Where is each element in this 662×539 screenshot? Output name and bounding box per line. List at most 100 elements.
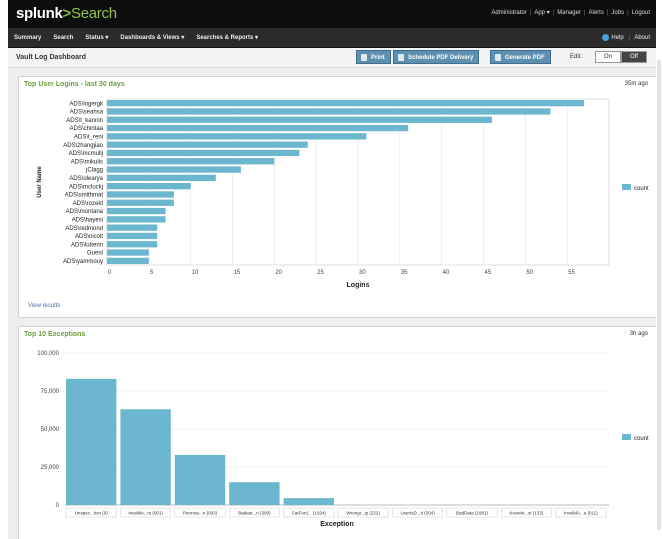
dashboard-title-bar: Vault Log Dashboard Print Schedule PDF D… <box>8 48 656 68</box>
schedule-pdf-button[interactable]: Schedule PDF Delivery <box>393 50 480 64</box>
y-tick-label: Guest <box>87 251 103 257</box>
top-link-2[interactable]: Manager <box>557 10 581 16</box>
x-tick-label: InvalidA...a (011) <box>564 511 598 516</box>
top-link-0[interactable]: Administrator <box>491 10 526 16</box>
x-tick-label: 45 <box>485 270 492 276</box>
y-tick-label: ADS\mikulis <box>71 159 103 165</box>
login-bar <box>107 216 166 223</box>
calendar-icon <box>398 54 404 61</box>
printer-icon <box>361 54 367 61</box>
exception-bar <box>283 498 334 505</box>
y-tick-label: ADS\seahsa <box>70 110 104 116</box>
view-results-link[interactable]: View results <box>28 303 60 309</box>
x-tick-label: BadData (1081) <box>456 511 488 516</box>
y-tick-label: ADS\mcluckj <box>69 184 103 190</box>
y-tick-label: ADS\rozekt <box>73 201 104 207</box>
dashboard-title: Vault Log Dashboard <box>16 54 87 61</box>
x-tick-label: 40 <box>443 270 450 276</box>
x-tick-label: Permiss...n (003) <box>183 511 218 516</box>
top-link-4[interactable]: Jobs <box>611 10 624 16</box>
top-link-1[interactable]: App ▾ <box>534 10 549 16</box>
nav-item-2[interactable]: Status ▾ <box>85 35 108 41</box>
y-tick-label: 100,000 <box>37 351 59 357</box>
generate-pdf-label: Generate PDF <box>505 55 545 61</box>
legend-swatch <box>622 434 631 440</box>
help-about-links: Help | About <box>602 34 650 41</box>
top-link-3[interactable]: Alerts <box>588 10 603 16</box>
x-tick-label: 10 <box>192 270 199 276</box>
x-tick-label: Unspec...tion (0) <box>75 511 109 516</box>
login-bar <box>107 133 367 140</box>
nav-item-1[interactable]: Search <box>53 35 73 41</box>
login-bar <box>107 108 551 115</box>
splunk-logo[interactable]: splunk>Search <box>16 5 117 22</box>
x-axis-title: Exception <box>320 521 353 528</box>
exceptions-bar-chart: 0 25,000 50,000 75,000 100,000 Unspec...tion … <box>37 351 649 528</box>
exception-bar <box>174 454 226 505</box>
y-tick-label: ADS\montana <box>66 209 104 215</box>
x-tick-label: UserIsD...d (204) <box>400 511 435 516</box>
y-tick-label: 0 <box>56 503 60 509</box>
app-name: Search <box>71 5 117 22</box>
x-tick-label: Knowle...st (133) <box>510 511 544 516</box>
x-tick-label: 0 <box>108 270 112 276</box>
y-tick-label: ADS\t_kannin <box>66 118 103 124</box>
x-tick-label: Invalids...nt (001) <box>128 511 163 516</box>
help-link[interactable]: Help <box>611 35 623 41</box>
y-tick-label: ADS\olearya <box>69 176 103 182</box>
top-link-separator: | <box>529 10 532 16</box>
x-axis-title: Logins <box>347 282 370 289</box>
top-exceptions-panel: Top 10 Exceptions 3h ago 0 25,000 50,000 75… <box>18 326 656 539</box>
login-bar <box>107 224 158 231</box>
y-tick-label: ADS\zhangjiao <box>63 143 103 149</box>
y-tick-label: 25,000 <box>41 465 60 471</box>
print-button[interactable]: Print <box>356 50 391 64</box>
y-tick-label: ADS\nicolt <box>75 234 103 240</box>
panel-timestamp: 3h ago <box>629 331 648 337</box>
nav-item-0[interactable]: Summary <box>14 35 41 41</box>
exception-bar <box>66 378 117 505</box>
top-bar: splunk>Search Administrator | App ▾ | Manage… <box>8 0 656 28</box>
x-tick-label: Wrongr...ip (222) <box>346 511 380 516</box>
app-nav-bar: Summary Search Status ▾ Dashboards & Views … <box>8 28 656 48</box>
exception-bar <box>120 409 171 505</box>
about-link[interactable]: About <box>634 35 650 41</box>
print-label: Print <box>371 55 385 61</box>
top-link-separator: | <box>552 10 555 16</box>
login-bar <box>107 183 191 190</box>
x-tick-label: 5 <box>150 270 154 276</box>
y-axis-title: User Name <box>37 166 43 198</box>
x-tick-label: 30 <box>359 270 366 276</box>
y-tick-label: ADS\logergk <box>69 101 104 107</box>
y-tick-label: ADS\luttenn <box>71 242 103 248</box>
nav-item-4[interactable]: Searches & Reports ▾ <box>196 35 258 41</box>
y-tick-label: ADS\hayesi <box>72 218 103 224</box>
x-tick-label: 25 <box>317 270 324 276</box>
logins-bar-chart: 0 5 10 15 20 25 30 35 40 45 50 55 ADS\logergk ADS\sea… <box>37 98 649 289</box>
nav-item-3[interactable]: Dashboards & Views ▾ <box>120 35 184 41</box>
top-links: Administrator | App ▾ | Manager | Alerts | Jobs |… <box>491 9 650 16</box>
login-bar <box>107 249 149 256</box>
login-bar <box>107 207 166 215</box>
page-scrollbar[interactable] <box>657 60 661 530</box>
exception-bar <box>229 482 280 505</box>
edit-on-toggle[interactable]: On <box>595 51 621 63</box>
login-bar <box>107 232 158 240</box>
login-bar <box>107 174 216 181</box>
generate-pdf-button[interactable]: Generate PDF <box>490 50 551 64</box>
login-bar <box>107 241 158 248</box>
top-link-5[interactable]: Logout <box>632 10 650 16</box>
login-bar <box>107 191 174 198</box>
top-link-separator: | <box>627 10 629 16</box>
login-bar <box>107 141 308 148</box>
y-tick-label: ADS\smithmat <box>65 193 104 199</box>
document-icon <box>495 54 501 61</box>
edit-off-toggle[interactable]: Off <box>621 51 647 63</box>
login-bar <box>107 116 492 123</box>
login-bar <box>107 257 149 264</box>
x-tick-label: Badaut...n (300) <box>238 511 271 516</box>
login-bar <box>107 100 584 107</box>
y-tick-label: ADS\redmond <box>65 226 103 232</box>
x-tick-label: 55 <box>568 270 575 276</box>
panel-title: Top 10 Exceptions <box>24 331 86 338</box>
